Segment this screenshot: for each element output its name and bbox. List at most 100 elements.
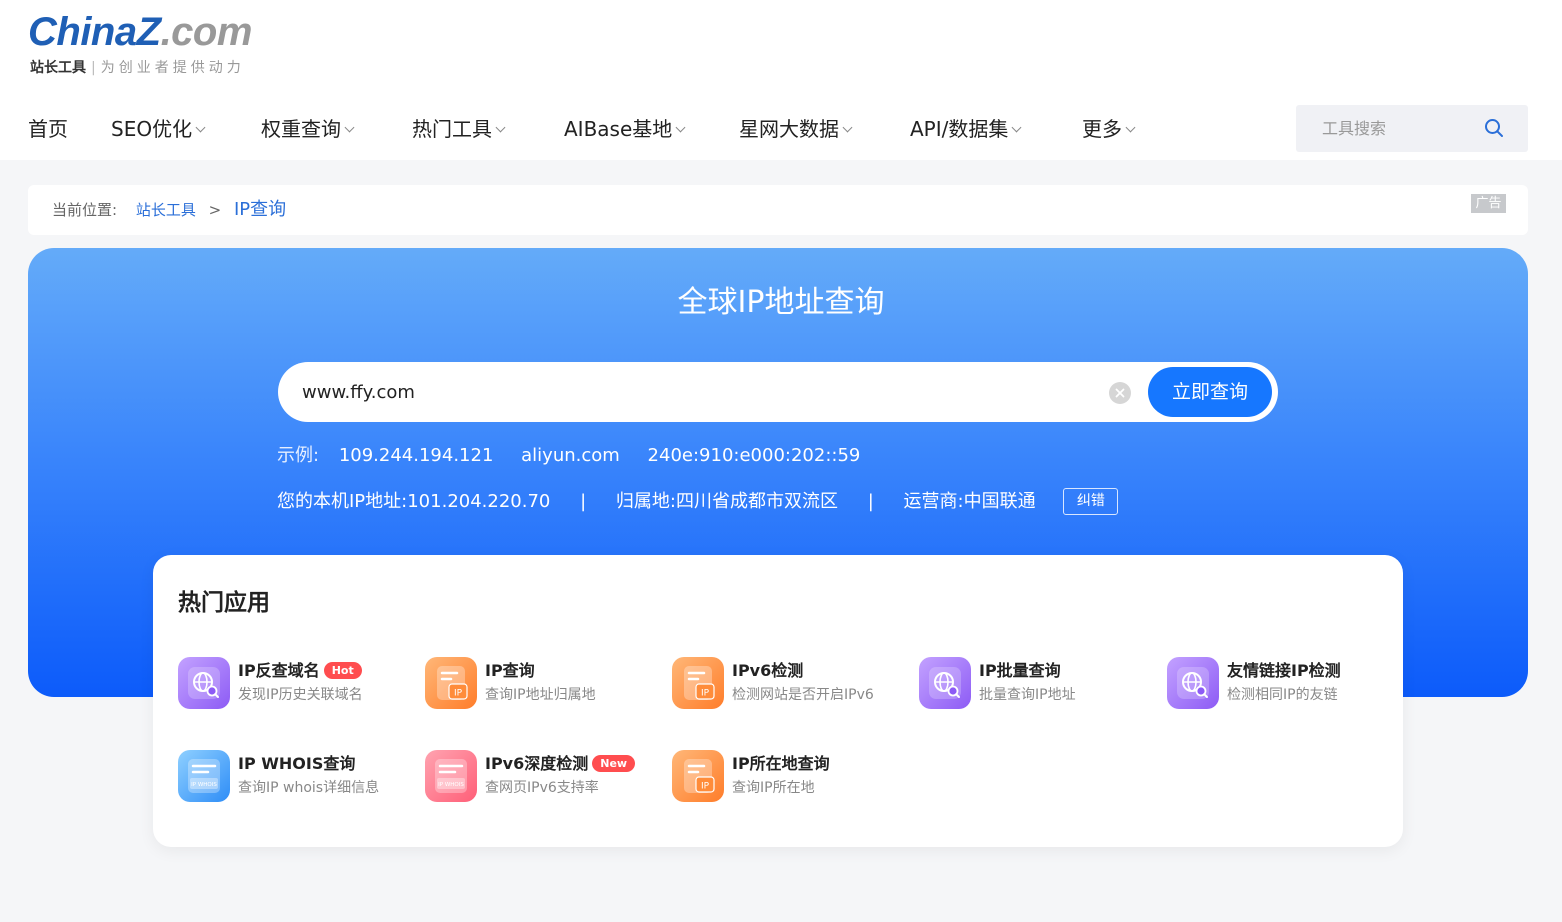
logo-wordmark: ChinaZ.com [28, 10, 252, 54]
local-ip-label: 您的本机IP地址: [277, 491, 408, 512]
breadcrumb-trail: 当前位置: 站长工具 > IP查询 [52, 199, 286, 221]
nav-label: SEO优化 [111, 117, 193, 141]
app-ip-location[interactable]: IP IP所在地查询 查询IP所在地 [672, 749, 902, 803]
app-desc: 批量查询IP地址 [979, 687, 1076, 703]
app-ipv6-deep-check[interactable]: IP WHOIS IPv6深度检测 New 查网页IPv6支持率 [425, 749, 655, 803]
nav-label: 权重查询 [261, 117, 341, 141]
chevron-down-icon [344, 122, 355, 133]
app-name: IP所在地查询 [732, 754, 830, 773]
breadcrumb-prefix: 当前位置: [52, 201, 118, 219]
app-desc: 发现IP历史关联域名 [238, 687, 363, 703]
query-button[interactable]: 立即查询 [1148, 367, 1272, 417]
logo-brand-china: China [28, 10, 137, 54]
hot-apps-title: 热门应用 [178, 590, 270, 616]
icon-glyph: IP WHOIS [191, 782, 217, 788]
nav-item-more[interactable]: 更多 [1082, 114, 1136, 144]
location-label: 归属地: [615, 491, 676, 512]
app-ip-batch-query[interactable]: IP批量查询 批量查询IP地址 [919, 656, 1149, 710]
app-name-text: IP反查域名 [238, 661, 320, 680]
globe-search-icon [919, 657, 971, 709]
app-name-text: IPv6深度检测 [485, 754, 589, 773]
ip-query-input[interactable] [302, 374, 1092, 410]
site-header: ChinaZ.com 站长工具 | 为创业者提供动力 首页 SEO优化 权重查询 热… [0, 0, 1562, 160]
app-ip-query[interactable]: IP IP查询 查询IP地址归属地 [425, 656, 655, 710]
icon-glyph: IP WHOIS [438, 782, 464, 788]
globe-search-icon [1167, 657, 1219, 709]
app-name: IP查询 [485, 661, 535, 680]
whois-doc-icon: IP WHOIS [178, 750, 230, 802]
logo-site-name: 站长工具 [30, 60, 86, 76]
app-desc: 检测网站是否开启IPv6 [732, 687, 874, 703]
app-name: IP批量查询 [979, 661, 1061, 680]
nav-item-api[interactable]: API/数据集 [910, 114, 1022, 144]
app-name: IPv6深度检测 New [485, 752, 636, 776]
app-desc: 查询IP地址归属地 [485, 687, 596, 703]
breadcrumb: 当前位置: 站长工具 > IP查询 广告 [28, 185, 1528, 235]
nav-label: 更多 [1082, 117, 1122, 141]
example-link[interactable]: 240e:910:e000:202::59 [648, 445, 861, 466]
ip-query-box: 立即查询 [278, 362, 1278, 422]
example-list: 示例: 109.244.194.121 aliyun.com 240e:910:… [277, 443, 882, 469]
nav-item-aibase[interactable]: AIBase基地 [564, 114, 686, 144]
example-link[interactable]: aliyun.com [521, 445, 620, 466]
clear-icon[interactable] [1109, 382, 1131, 404]
nav-label: API/数据集 [910, 117, 1009, 141]
hot-apps-panel: 热门应用 IP反查域名 Hot 发现IP历史关联域名 IP IP查询 查询IP地… [153, 555, 1403, 847]
app-friend-link-ip-check[interactable]: 友情链接IP检测 检测相同IP的友链 [1167, 656, 1397, 710]
nav-item-hot-tools[interactable]: 热门工具 [412, 114, 506, 144]
hot-tag: Hot [323, 662, 362, 679]
chevron-down-icon [195, 122, 206, 133]
breadcrumb-current[interactable]: IP查询 [234, 199, 286, 220]
app-name: IP反查域名 Hot [238, 659, 362, 683]
logo-brand-z: Z [136, 10, 161, 54]
location-value: 四川省成都市双流区 [676, 491, 838, 512]
app-name: IP WHOIS查询 [238, 754, 356, 773]
icon-glyph: IP [454, 689, 463, 699]
page-title: 全球IP地址查询 [677, 285, 885, 320]
close-icon [1115, 388, 1125, 398]
isp-label: 运营商: [903, 491, 964, 512]
ad-badge: 广告 [1471, 194, 1506, 213]
breadcrumb-separator: > [208, 201, 222, 219]
logo-separator: | [91, 60, 96, 76]
info-divider: | [580, 491, 587, 512]
info-divider: | [867, 491, 874, 512]
logo-slogan: 为创业者提供动力 [100, 60, 245, 76]
icon-glyph: IP [701, 689, 710, 699]
report-error-button[interactable]: 纠错 [1063, 488, 1119, 515]
globe-search-icon [178, 657, 230, 709]
ip-doc-icon: IP [425, 657, 477, 709]
chevron-down-icon [1125, 122, 1136, 133]
logo-brand-com: .com [160, 10, 253, 54]
ip-doc-icon: IP [672, 750, 724, 802]
logo-tagline: 站长工具 | 为创业者提供动力 [30, 59, 245, 77]
search-icon[interactable] [1484, 118, 1504, 138]
isp-value: 中国联通 [963, 491, 1036, 512]
whois-doc-icon: IP WHOIS [425, 750, 477, 802]
example-link[interactable]: 109.244.194.121 [339, 445, 494, 466]
app-desc: 查询IP whois详细信息 [238, 780, 380, 796]
tool-search-input[interactable] [1296, 105, 1476, 152]
icon-glyph: IP [701, 782, 710, 792]
app-ip-whois[interactable]: IP WHOIS IP WHOIS查询 查询IP whois详细信息 [178, 749, 408, 803]
chinaz-logo[interactable]: ChinaZ.com 站长工具 | 为创业者提供动力 [28, 10, 288, 80]
chevron-down-icon [495, 122, 506, 133]
chevron-down-icon [1011, 122, 1022, 133]
chevron-down-icon [675, 122, 686, 133]
nav-item-seo[interactable]: SEO优化 [111, 114, 206, 144]
nav-item-home[interactable]: 首页 [28, 114, 68, 144]
new-tag: New [592, 755, 636, 772]
ip-doc-icon: IP [672, 657, 724, 709]
app-desc: 查询IP所在地 [732, 780, 815, 796]
nav-label: 星网大数据 [739, 117, 839, 141]
nav-item-bigdata[interactable]: 星网大数据 [739, 114, 853, 144]
nav-label: AIBase基地 [564, 117, 673, 141]
app-ip-reverse-domain[interactable]: IP反查域名 Hot 发现IP历史关联域名 [178, 656, 408, 710]
app-desc: 查网页IPv6支持率 [485, 780, 599, 796]
examples-label: 示例: [277, 445, 320, 466]
breadcrumb-home-link[interactable]: 站长工具 [136, 201, 196, 219]
app-ipv6-check[interactable]: IP IPv6检测 检测网站是否开启IPv6 [672, 656, 902, 710]
nav-item-weight[interactable]: 权重查询 [261, 114, 355, 144]
app-name: IPv6检测 [732, 661, 804, 680]
app-name: 友情链接IP检测 [1227, 661, 1341, 680]
